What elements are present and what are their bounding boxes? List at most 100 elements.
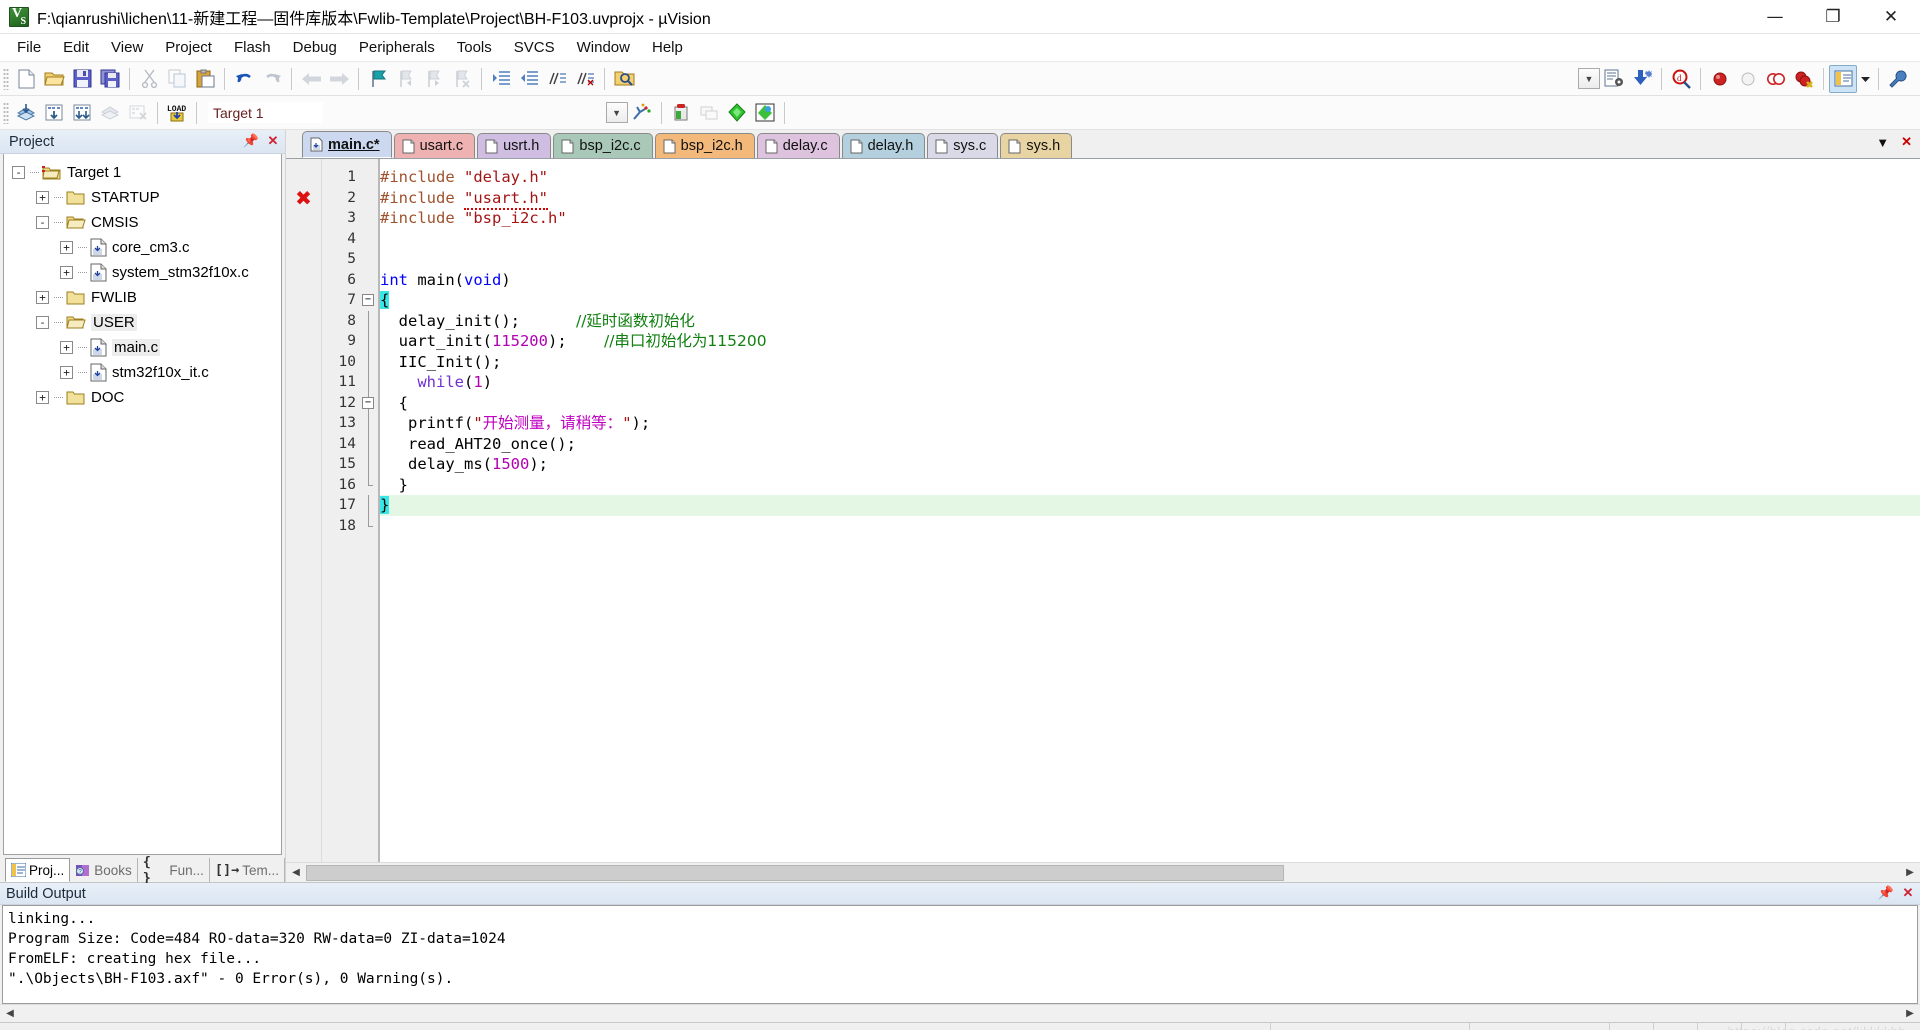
editor-tab-delay-c[interactable]: delay.c — [756, 133, 840, 158]
scroll-right-icon[interactable]: ▶ — [1900, 864, 1920, 882]
save-icon[interactable] — [68, 65, 96, 93]
minimize-button[interactable]: — — [1746, 0, 1804, 34]
dropdown-arrow-icon[interactable]: ▼ — [1578, 68, 1600, 89]
tree-item-startup[interactable]: + STARTUP — [4, 185, 281, 210]
breakpoint-enable-icon[interactable] — [1734, 65, 1762, 93]
panel-tab-books[interactable]: ? Books — [70, 858, 138, 882]
breakpoint-disable-all-icon[interactable] — [1762, 65, 1790, 93]
chevron-down-icon[interactable]: ▼ — [1876, 135, 1889, 150]
target-options-icon[interactable] — [628, 99, 656, 127]
close-icon[interactable]: ✕ — [1901, 134, 1912, 150]
tree-toggle[interactable]: - — [36, 316, 49, 329]
breakpoint-kill-all-icon[interactable] — [1790, 65, 1818, 93]
toolbar-grip[interactable] — [3, 101, 9, 124]
editor-tab-sys-h[interactable]: sys.h — [1000, 133, 1073, 158]
target-selector-value[interactable]: Target 1 — [208, 102, 323, 123]
bookmark-toggle-icon[interactable] — [364, 65, 392, 93]
code-line-16[interactable]: } — [380, 475, 1920, 496]
scroll-left-icon[interactable]: ◀ — [286, 864, 306, 882]
editor-tab-bsp-i2c-c[interactable]: bsp_i2c.c — [553, 133, 653, 158]
code-line-3[interactable]: #include "bsp_i2c.h" — [380, 208, 1920, 229]
tree-item-system-stm32f10x-c[interactable]: + system_stm32f10x.c — [4, 260, 281, 285]
copy-icon[interactable] — [163, 65, 191, 93]
menu-svcs[interactable]: SVCS — [503, 36, 566, 60]
code-line-2[interactable]: #include "usart.h" — [380, 188, 1920, 210]
project-window-icon[interactable] — [1829, 64, 1857, 93]
navigate-backward-icon[interactable] — [297, 65, 325, 93]
menu-view[interactable]: View — [100, 36, 154, 60]
tree-toggle[interactable]: + — [36, 391, 49, 404]
find-in-files-icon[interactable] — [610, 65, 638, 93]
batch-build-icon[interactable] — [96, 99, 124, 127]
translate-icon[interactable] — [12, 99, 40, 127]
scroll-left-icon[interactable]: ◀ — [0, 1005, 20, 1023]
editor-tab-sys-c[interactable]: sys.c — [927, 133, 999, 158]
outdent-icon[interactable] — [515, 65, 543, 93]
code-line-11[interactable]: while(1) — [380, 372, 1920, 393]
comment-icon[interactable] — [543, 65, 571, 93]
bookmark-prev-icon[interactable] — [392, 65, 420, 93]
close-icon[interactable]: ✕ — [1900, 884, 1916, 902]
tree-toggle[interactable]: - — [12, 166, 25, 179]
fold-toggle-line-7[interactable]: − — [362, 294, 374, 306]
manage-project-items-icon[interactable] — [667, 99, 695, 127]
code-editor[interactable]: ✖ 1 2 3 4 5 6 7 8 9 10 11 12 13 14 15 16… — [286, 159, 1920, 862]
scroll-right-icon[interactable]: ▶ — [1900, 1005, 1920, 1023]
editor-bookmark-gutter[interactable]: ✖ — [286, 159, 322, 862]
tree-toggle[interactable]: + — [36, 191, 49, 204]
breakpoint-icon[interactable] — [1706, 65, 1734, 93]
tree-toggle[interactable]: + — [60, 366, 73, 379]
navigate-forward-icon[interactable] — [325, 65, 353, 93]
tree-item-core-cm3-c[interactable]: + core_cm3.c — [4, 235, 281, 260]
panel-tab-templates[interactable]: []→ Tem... — [210, 858, 285, 882]
menu-edit[interactable]: Edit — [52, 36, 100, 60]
project-tree[interactable]: - Target 1 + STARTUP - CMSIS + core_cm3.… — [3, 154, 282, 855]
maximize-button[interactable]: ❐ — [1804, 0, 1862, 34]
code-line-13[interactable]: printf("开始测量，请稍等："); — [380, 413, 1920, 434]
tree-item-target-1[interactable]: - Target 1 — [4, 160, 281, 185]
tree-toggle[interactable]: + — [60, 241, 73, 254]
panel-tab-project[interactable]: Proj... — [5, 858, 71, 882]
undo-icon[interactable] — [230, 65, 258, 93]
tree-item-main-c[interactable]: + main.c — [4, 335, 281, 360]
redo-icon[interactable] — [258, 65, 286, 93]
configure-target-icon[interactable] — [1884, 65, 1912, 93]
panel-tab-functions[interactable]: { } Fun... — [138, 854, 210, 886]
cut-icon[interactable] — [135, 65, 163, 93]
menu-help[interactable]: Help — [641, 36, 694, 60]
target-selector[interactable]: Target 1 — [208, 102, 323, 123]
editor-text[interactable]: #include "delay.h" #include "usart.h" #i… — [380, 159, 1920, 862]
manage-run-time-env-icon[interactable] — [751, 99, 779, 127]
menu-tools[interactable]: Tools — [446, 36, 503, 60]
open-file-icon[interactable] — [40, 65, 68, 93]
fold-toggle-line-12[interactable]: − — [362, 396, 374, 409]
code-line-15[interactable]: delay_ms(1500); — [380, 454, 1920, 475]
code-line-14[interactable]: read_AHT20_once(); — [380, 434, 1920, 455]
download-icon[interactable] — [1628, 65, 1656, 93]
tree-item-cmsis[interactable]: - CMSIS — [4, 210, 281, 235]
build-output-text[interactable]: linking... Program Size: Code=484 RO-dat… — [2, 905, 1918, 1004]
indent-icon[interactable] — [487, 65, 515, 93]
pack-installer-icon[interactable] — [723, 99, 751, 127]
save-all-icon[interactable] — [96, 65, 124, 93]
code-line-18[interactable] — [380, 516, 1920, 537]
code-line-4[interactable] — [380, 229, 1920, 250]
menu-project[interactable]: Project — [154, 36, 223, 60]
pin-icon[interactable]: 📌 — [1878, 884, 1894, 902]
close-icon[interactable]: ✕ — [265, 132, 281, 150]
project-window-dropdown-icon[interactable] — [1857, 65, 1873, 93]
code-line-6[interactable]: int main(void) — [380, 270, 1920, 291]
editor-tab-usrt-h[interactable]: usrt.h — [477, 133, 552, 158]
scroll-thumb[interactable] — [306, 864, 1284, 881]
tree-toggle[interactable]: + — [60, 266, 73, 279]
manage-multi-project-icon[interactable] — [695, 99, 723, 127]
editor-tab-main-c[interactable]: main.c* — [302, 131, 392, 158]
menu-file[interactable]: File — [6, 36, 52, 60]
editor-tab-bsp-i2c-h[interactable]: bsp_i2c.h — [654, 133, 755, 158]
menu-peripherals[interactable]: Peripherals — [348, 36, 446, 60]
code-line-17[interactable]: } — [380, 495, 1920, 516]
code-line-1[interactable]: #include "delay.h" — [380, 167, 1920, 188]
target-dropdown-arrow-icon[interactable]: ▼ — [605, 102, 628, 123]
uncomment-icon[interactable] — [571, 65, 599, 93]
pin-icon[interactable]: 📌 — [243, 132, 259, 150]
